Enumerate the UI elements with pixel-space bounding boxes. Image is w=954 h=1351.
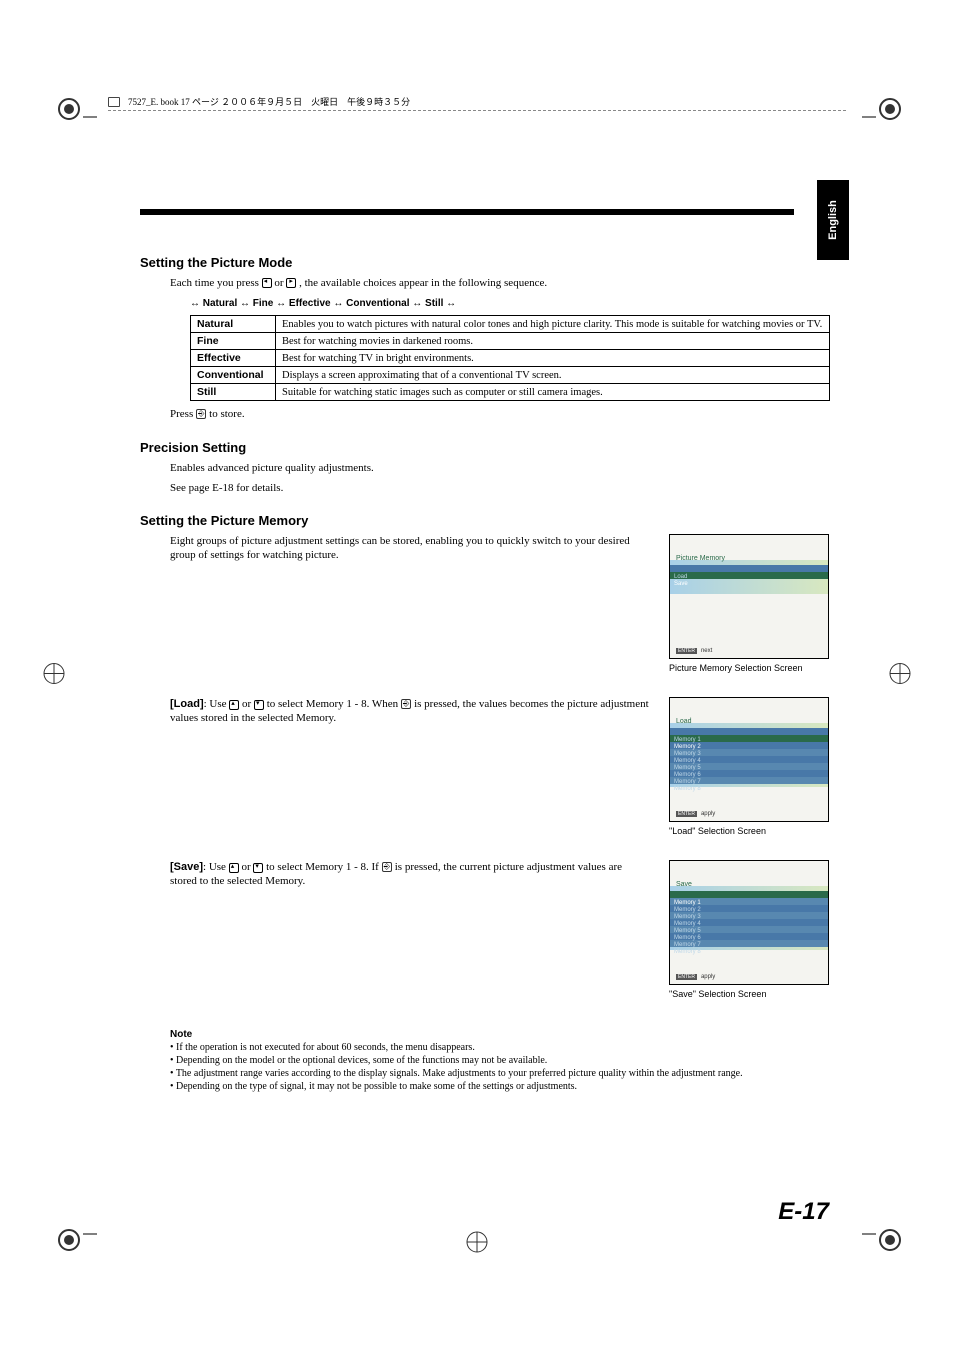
right-icon [286, 278, 296, 288]
down-icon [254, 700, 264, 710]
table-row: EffectiveBest for watching TV in bright … [191, 350, 830, 367]
heading-picture-mode: Setting the Picture Mode [140, 255, 834, 270]
up-icon [229, 863, 239, 873]
precision-line1: Enables advanced picture quality adjustm… [170, 461, 834, 475]
mode-table: NaturalEnables you to watch pictures wit… [190, 315, 830, 401]
enter-icon [196, 409, 206, 419]
page-content: Setting the Picture Mode Each time you p… [140, 255, 834, 1092]
crop-mark [862, 1226, 904, 1261]
language-tab-label: English [827, 200, 839, 240]
screen-save: Save Memory 1 Memory 2 Memory 3 Memory 4… [669, 860, 834, 999]
header-text: 7527_E. book 17 ページ ２００６年９月５日 火曜日 午後９時３５… [128, 95, 410, 108]
list-item: The adjustment range varies according to… [170, 1068, 834, 1079]
table-row: StillSuitable for watching static images… [191, 384, 830, 401]
divider-bar [140, 209, 794, 215]
mode-sequence: ↔ Natural ↔ Fine ↔ Effective ↔ Conventio… [190, 298, 834, 309]
screen-load: Load Memory 1 Memory 2 Memory 3 Memory 4… [669, 697, 834, 836]
down-icon [253, 863, 263, 873]
crop-mark [55, 95, 97, 130]
crop-mark [40, 659, 68, 692]
list-item: If the operation is not executed for abo… [170, 1042, 834, 1053]
note-list: If the operation is not executed for abo… [170, 1042, 834, 1092]
load-desc: [Load]: Use or to select Memory 1 - 8. W… [170, 697, 649, 726]
book-icon [108, 97, 120, 107]
dotted-rule [108, 110, 846, 111]
up-icon [229, 700, 239, 710]
list-item: Depending on the type of signal, it may … [170, 1081, 834, 1092]
caption-1: Picture Memory Selection Screen [669, 663, 834, 673]
heading-memory: Setting the Picture Memory [140, 513, 834, 528]
save-desc: [Save]: Use or to select Memory 1 - 8. I… [170, 860, 649, 889]
crop-mark [886, 659, 914, 692]
heading-precision: Precision Setting [140, 440, 834, 455]
press-store: Press to store. [170, 407, 834, 421]
crop-mark [55, 1226, 97, 1261]
crop-mark [862, 95, 904, 130]
list-item: Depending on the model or the optional d… [170, 1055, 834, 1066]
page-number: E-17 [778, 1198, 829, 1226]
table-row: NaturalEnables you to watch pictures wit… [191, 316, 830, 333]
caption-2: "Load" Selection Screen [669, 826, 834, 836]
screen-picture-memory: Picture Memory Load Save ENTERnext Pictu… [669, 534, 834, 673]
caption-3: "Save" Selection Screen [669, 989, 834, 999]
memory-intro: Eight groups of picture adjustment setti… [170, 534, 649, 563]
language-tab: English [817, 180, 849, 260]
note-title: Note [170, 1029, 834, 1040]
left-icon [262, 278, 272, 288]
enter-icon [401, 699, 411, 709]
table-row: ConventionalDisplays a screen approximat… [191, 367, 830, 384]
table-row: FineBest for watching movies in darkened… [191, 333, 830, 350]
crop-mark [463, 1228, 491, 1261]
enter-icon [382, 862, 392, 872]
picture-mode-intro: Each time you press or , the available c… [170, 276, 834, 290]
precision-line2: See page E-18 for details. [170, 481, 834, 495]
note-section: Note If the operation is not executed fo… [140, 1029, 834, 1092]
